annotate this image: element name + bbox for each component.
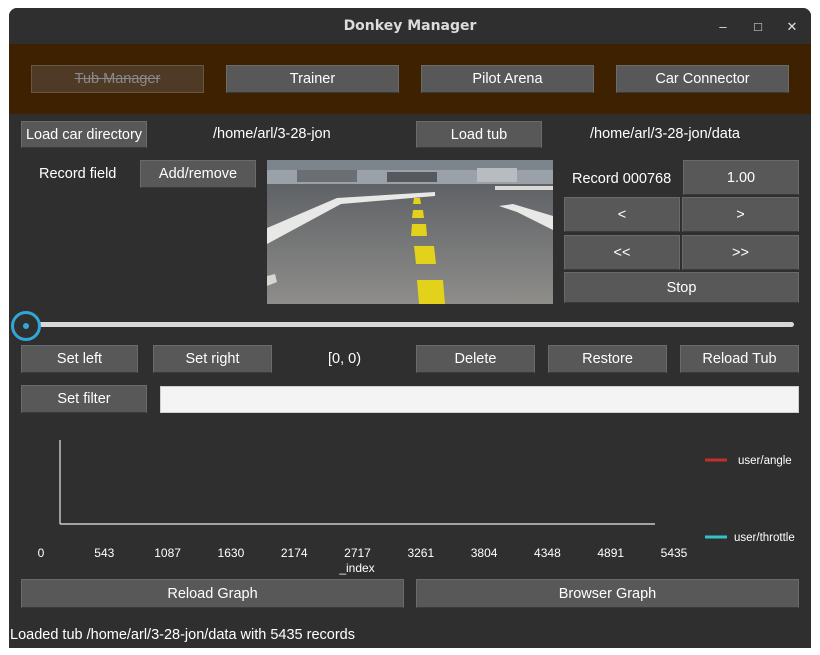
tab-trainer[interactable]: Trainer	[226, 65, 399, 93]
data-chart-svg: 0 543 1087 1630 2174 2717 3261 3804 4348 4891 5435…	[38, 440, 795, 575]
minimize-icon[interactable]: –	[713, 17, 733, 37]
screen-tab-bar: Tub Manager Trainer Pilot Arena Car Conn…	[9, 44, 811, 114]
speed-spinner[interactable]: 1.00	[683, 160, 799, 195]
legend-label-0: user/angle	[738, 455, 792, 467]
record-slider-handle[interactable]	[11, 311, 41, 341]
slider-handle-dot	[23, 323, 29, 329]
tab-pilot-arena[interactable]: Pilot Arena	[421, 65, 594, 93]
record-field-label: Record field	[39, 166, 117, 182]
record-slider-track[interactable]	[29, 322, 794, 327]
window-title: Donkey Manager	[343, 18, 477, 34]
x-tick-label: 1630	[218, 546, 245, 560]
car-directory-path: /home/arl/3-28-jon	[213, 126, 331, 142]
selection-range-text: [0, 0)	[328, 351, 362, 367]
stop-button[interactable]: Stop	[564, 272, 799, 303]
x-tick-label: 3804	[471, 546, 498, 560]
browser-graph-button[interactable]: Browser Graph	[416, 579, 799, 608]
x-tick-label: 543	[94, 546, 114, 560]
tub-path: /home/arl/3-28-jon/data	[590, 126, 740, 142]
prev-record-button[interactable]: <	[564, 197, 680, 232]
fast-forward-button[interactable]: >>	[682, 235, 799, 270]
close-icon[interactable]: ✕	[782, 17, 802, 37]
x-tick-label: 0	[38, 546, 45, 560]
set-filter-button[interactable]: Set filter	[21, 385, 147, 413]
camera-image	[267, 160, 553, 304]
x-tick-label: 4348	[534, 546, 561, 560]
title-bar: Donkey Manager – □ ✕	[9, 8, 811, 44]
app-window: Donkey Manager – □ ✕ Tub Manager Trainer…	[9, 8, 811, 648]
load-car-directory-button[interactable]: Load car directory	[21, 121, 147, 148]
add-remove-button[interactable]: Add/remove	[140, 160, 256, 188]
set-right-button[interactable]: Set right	[153, 345, 272, 373]
x-axis-label: _index	[338, 561, 374, 575]
camera-image-graphic	[267, 160, 553, 304]
tab-car-connector[interactable]: Car Connector	[616, 65, 789, 93]
status-bar-text: Loaded tub /home/arl/3-28-jon/data with …	[10, 627, 355, 643]
x-tick-label: 3261	[407, 546, 434, 560]
reload-tub-button[interactable]: Reload Tub	[680, 345, 799, 373]
record-number-label: Record 000768	[572, 171, 672, 187]
x-tick-label: 4891	[597, 546, 624, 560]
filter-input[interactable]	[160, 386, 799, 413]
x-tick-label: 1087	[154, 546, 181, 560]
restore-button[interactable]: Restore	[548, 345, 667, 373]
fast-back-button[interactable]: <<	[564, 235, 680, 270]
maximize-icon[interactable]: □	[748, 17, 768, 37]
tab-tub-manager[interactable]: Tub Manager	[31, 65, 204, 93]
load-tub-button[interactable]: Load tub	[416, 121, 542, 148]
x-tick-label: 2174	[281, 546, 308, 560]
x-tick-label: 5435	[661, 546, 688, 560]
x-tick-label: 2717	[344, 546, 371, 560]
data-chart: 0 543 1087 1630 2174 2717 3261 3804 4348 4891 5435…	[9, 433, 811, 583]
reload-graph-button[interactable]: Reload Graph	[21, 579, 404, 608]
delete-button[interactable]: Delete	[416, 345, 535, 373]
set-left-button[interactable]: Set left	[21, 345, 138, 373]
legend-label-1: user/throttle	[734, 532, 795, 544]
next-record-button[interactable]: >	[682, 197, 799, 232]
